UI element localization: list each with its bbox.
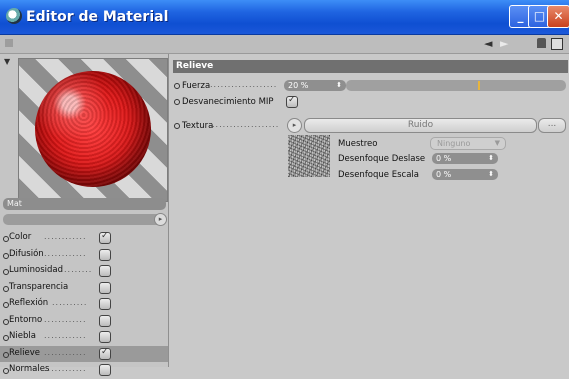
channel-checkbox[interactable] <box>99 248 111 261</box>
channel-list: Color ............ Difusión ............… <box>0 230 168 379</box>
muestreo-value: Ninguno <box>437 139 471 148</box>
param-dot-icon <box>174 82 180 89</box>
leader-dots: ............ <box>44 331 87 340</box>
leader-dots: ............ <box>44 347 87 357</box>
channel-label: Reflexión <box>9 298 49 308</box>
fuerza-label: Fuerza <box>174 81 210 91</box>
menu-grip-icon[interactable] <box>5 39 13 47</box>
deslase-value: 0 % <box>436 154 452 163</box>
channel-item-luminosidad[interactable]: Luminosidad ........ <box>0 263 168 280</box>
escala-value: 0 % <box>436 170 452 179</box>
channel-checkbox[interactable] <box>99 265 111 277</box>
deslase-input[interactable]: 0 % ⬍ <box>432 153 498 164</box>
material-preview[interactable] <box>18 58 168 202</box>
channel-item-transparencia[interactable]: Transparencia <box>0 280 168 297</box>
textura-label: Textura <box>174 121 213 131</box>
channel-label: Relieve <box>9 347 40 358</box>
channel-checkbox[interactable] <box>99 298 111 310</box>
muestreo-label: Muestreo <box>338 139 378 149</box>
channel-item-niebla[interactable]: Niebla ............ <box>0 329 168 346</box>
param-dot-icon <box>174 98 180 105</box>
fuerza-value: 20 % <box>288 81 309 90</box>
channel-item-reflexion[interactable]: Reflexión .......... <box>0 296 168 313</box>
channel-label: Transparencia <box>9 281 69 292</box>
deslase-label: Desenfoque Deslase <box>338 154 426 164</box>
mip-label: Desvanecimiento MIP <box>174 97 274 107</box>
leader-dots: ............ <box>44 364 87 373</box>
channel-label: Luminosidad <box>9 265 63 275</box>
escala-label: Desenfoque Escala <box>338 170 419 180</box>
spinner-icon[interactable]: ⬍ <box>488 153 494 164</box>
channel-label: Color <box>9 232 32 242</box>
collapse-arrow-icon[interactable]: ▼ <box>4 57 10 66</box>
noise-thumbnail <box>288 135 330 177</box>
channel-checkbox[interactable] <box>99 347 111 360</box>
leader-dots: .......... <box>52 298 88 307</box>
chevron-down-icon: ▼ <box>494 139 500 147</box>
title-bar[interactable]: Editor de Material _ □ ✕ <box>0 0 569 35</box>
channel-item-color[interactable]: Color ............ <box>0 230 168 247</box>
texture-menu-button[interactable]: ▸ <box>287 118 302 133</box>
channel-checkbox[interactable] <box>99 314 111 327</box>
channel-label: Entorno <box>9 314 43 325</box>
channel-item-normales[interactable]: Normales ............ <box>0 362 168 379</box>
mip-checkbox[interactable] <box>286 95 298 108</box>
textura-label-text: Textura <box>182 121 214 131</box>
window-title: Editor de Material <box>26 9 169 25</box>
mip-label-text: Desvanecimiento MIP <box>182 97 274 107</box>
left-panel: ▼ Mat ▸ Color ............ Difusión ....… <box>0 54 169 376</box>
leader-dots: ............ <box>44 314 87 324</box>
channel-item-relieve[interactable]: Relieve ............ <box>0 345 168 362</box>
close-button[interactable]: ✕ <box>547 5 569 28</box>
slider-marker[interactable] <box>478 81 480 90</box>
channel-checkbox[interactable] <box>99 331 111 343</box>
param-dot-icon <box>174 122 180 129</box>
lock-icon[interactable] <box>537 38 546 48</box>
section-title: Relieve <box>173 60 568 73</box>
channel-label: Niebla <box>9 331 36 341</box>
back-arrow-icon[interactable]: ◄ <box>484 37 492 50</box>
leader-dots: ..................... <box>210 80 278 89</box>
channel-item-difusion[interactable]: Difusión ............ <box>0 247 168 264</box>
material-bar[interactable]: ▸ <box>3 213 167 226</box>
texture-more-button[interactable]: ... <box>538 118 566 133</box>
app-icon <box>6 8 22 24</box>
forward-arrow-icon[interactable]: ► <box>500 37 508 50</box>
leader-dots: ........ <box>64 265 93 274</box>
fuerza-label-text: Fuerza <box>182 81 211 91</box>
preview-sphere <box>35 71 151 187</box>
channel-checkbox[interactable] <box>99 281 111 294</box>
channel-checkbox[interactable] <box>99 231 111 244</box>
channel-label: Difusión <box>9 248 44 259</box>
escala-input[interactable]: 0 % ⬍ <box>432 169 498 180</box>
fuerza-input[interactable]: 20 % ⬍ <box>284 80 346 91</box>
properties-panel: Relieve Fuerza ..................... 20 … <box>170 54 569 367</box>
muestreo-dropdown[interactable]: Ninguno ▼ <box>430 137 506 150</box>
channel-checkbox[interactable] <box>99 364 111 376</box>
material-name-field[interactable]: Mat <box>3 198 166 210</box>
channel-item-entorno[interactable]: Entorno ............ <box>0 313 168 330</box>
toolbar: ◄ ► <box>0 35 569 54</box>
leader-dots: ............ <box>44 232 87 241</box>
texture-name-button[interactable]: Ruido <box>304 118 537 133</box>
material-menu-button[interactable]: ▸ <box>154 213 167 226</box>
leader-dots: ............ <box>44 248 87 258</box>
spinner-icon[interactable]: ⬍ <box>488 169 494 180</box>
fuerza-slider[interactable] <box>346 80 566 91</box>
leader-dots: ..................... <box>212 120 278 129</box>
spinner-icon[interactable]: ⬍ <box>336 80 342 91</box>
new-window-icon[interactable] <box>551 38 563 50</box>
